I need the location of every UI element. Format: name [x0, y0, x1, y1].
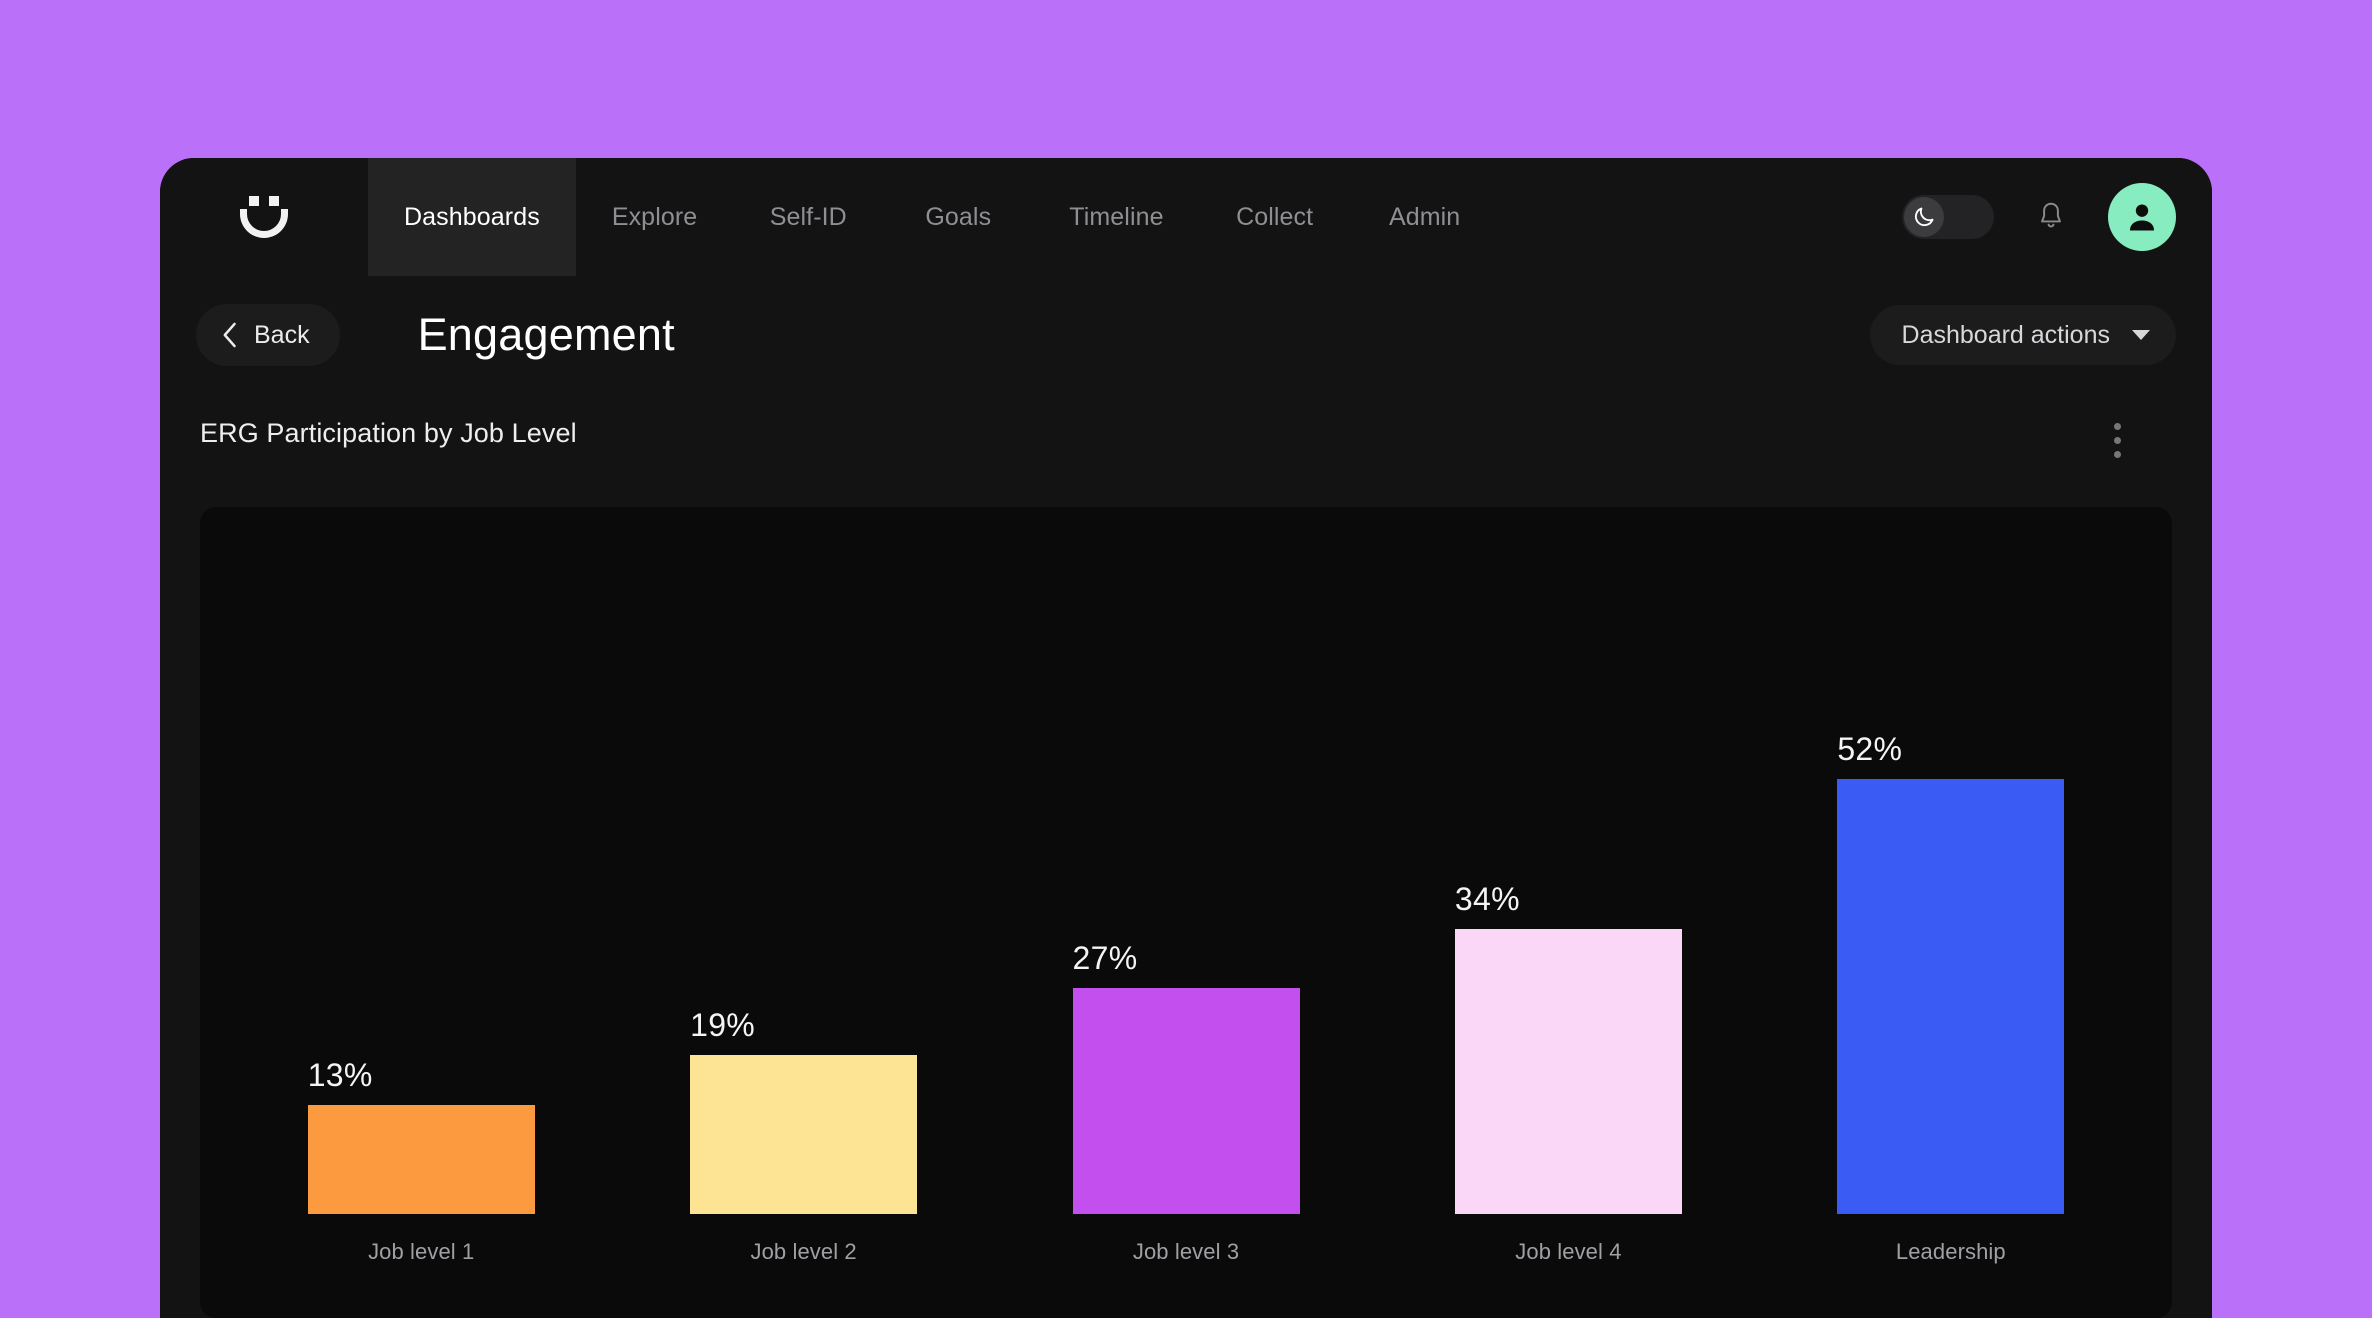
nav-tab-dashboards[interactable]: Dashboards: [368, 158, 576, 276]
bar-group: 34%: [1454, 881, 1682, 1214]
logo-smile: [240, 209, 288, 238]
bar-category-label: Job level 2: [750, 1239, 857, 1264]
person-icon: [2129, 204, 2155, 231]
bar-column: 34% Job level 4: [1377, 507, 1759, 1266]
bar-value-label: 13%: [307, 1057, 373, 1094]
bar-rect[interactable]: [1837, 778, 2065, 1214]
nav-tab-list: Dashboards Explore Self-ID Goals Timelin…: [368, 158, 1500, 276]
dashboard-actions-button[interactable]: Dashboard actions: [1869, 305, 2176, 365]
bar-value-label: 27%: [1072, 940, 1138, 977]
nav-right-controls: [1902, 158, 2212, 276]
nav-tab-self-id-label: Self-ID: [769, 202, 847, 231]
bar-column: 27% Job level 3: [995, 507, 1377, 1266]
logo-eye-left: [249, 196, 259, 206]
nav-tab-timeline-label: Timeline: [1069, 202, 1164, 231]
nav-tab-dashboards-label: Dashboards: [404, 202, 540, 231]
page-header: Back Engagement Dashboard actions: [160, 276, 2212, 394]
erg-participation-chart-card: ERG Participation by Job Level 13% Job le…: [200, 418, 2172, 1318]
nav-tab-explore-label: Explore: [611, 202, 698, 231]
kebab-menu-icon[interactable]: [2098, 418, 2136, 462]
back-button[interactable]: Back: [196, 304, 340, 366]
page-title: Engagement: [417, 309, 675, 360]
app-logo[interactable]: [160, 158, 368, 276]
chart-plot-panel: 13% Job level 1 19% Job level 2 27% Job level…: [200, 507, 2172, 1318]
bar-category-label: Job level 1: [368, 1239, 475, 1264]
chevron-down-icon: [2132, 330, 2150, 340]
bar-rect[interactable]: [1072, 988, 1300, 1214]
bar-value-label: 34%: [1454, 881, 1520, 918]
bell-icon: [2041, 202, 2061, 228]
chevron-left-icon: [223, 322, 236, 348]
notifications-button[interactable]: [2028, 194, 2074, 240]
smiley-face-logo-icon: [240, 196, 288, 238]
nav-tab-admin-label: Admin: [1388, 202, 1461, 231]
moon-icon: [1914, 207, 1934, 227]
bar-group: 19%: [690, 1006, 918, 1214]
logo-eye-right: [269, 196, 279, 206]
bar-group: 27%: [1072, 940, 1300, 1214]
dark-mode-toggle-knob: [1904, 197, 1944, 237]
chart-title: ERG Participation by Job Level: [200, 418, 577, 448]
bar-category-label: Job level 4: [1515, 1239, 1622, 1264]
bar-column: 19% Job level 2: [612, 507, 994, 1266]
nav-tab-collect-label: Collect: [1236, 202, 1314, 231]
bar-category-label: Job level 3: [1132, 1239, 1240, 1264]
kebab-dot: [2113, 422, 2121, 430]
bar-category-label: Leadership: [1895, 1239, 2006, 1264]
nav-tab-timeline[interactable]: Timeline: [1033, 158, 1199, 276]
dashboard-actions-label: Dashboard actions: [1901, 320, 2110, 349]
kebab-dot: [2113, 450, 2121, 458]
nav-tab-goals-label: Goals: [925, 202, 992, 231]
bar-group: 13%: [307, 1057, 535, 1214]
bar-rect[interactable]: [690, 1054, 918, 1214]
nav-tab-explore[interactable]: Explore: [576, 158, 733, 276]
back-button-label: Back: [254, 320, 310, 349]
bar-value-label: 52%: [1837, 730, 1903, 767]
chart-card-header: ERG Participation by Job Level: [200, 418, 2172, 462]
dark-mode-toggle[interactable]: [1902, 195, 1994, 239]
bar-group: 52%: [1837, 730, 2065, 1214]
nav-tab-goals[interactable]: Goals: [883, 158, 1033, 276]
kebab-dot: [2113, 436, 2121, 444]
bar-rect[interactable]: [1454, 929, 1682, 1214]
bar-column: 52% Leadership: [1760, 507, 2142, 1266]
bar-column: 13% Job level 1: [230, 507, 612, 1266]
top-navigation-bar: Dashboards Explore Self-ID Goals Timelin…: [160, 158, 2212, 276]
nav-tab-self-id[interactable]: Self-ID: [733, 158, 883, 276]
bar-rect[interactable]: [307, 1105, 535, 1214]
user-avatar[interactable]: [2108, 183, 2176, 251]
app-window: Dashboards Explore Self-ID Goals Timelin…: [160, 158, 2212, 1318]
bar-series: 13% Job level 1 19% Job level 2 27% Job level…: [230, 507, 2142, 1318]
chart-plot-surface: 13% Job level 1 19% Job level 2 27% Job level…: [200, 507, 2172, 1318]
nav-tab-admin[interactable]: Admin: [1350, 158, 1500, 276]
nav-tab-collect[interactable]: Collect: [1200, 158, 1350, 276]
bar-value-label: 19%: [690, 1006, 756, 1043]
